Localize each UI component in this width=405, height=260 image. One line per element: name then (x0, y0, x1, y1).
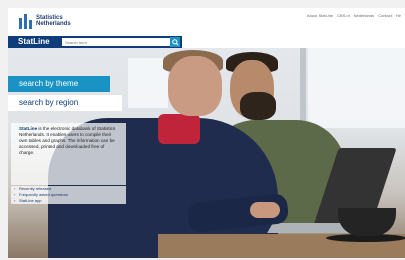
person-1-collar (158, 114, 200, 144)
search-by-theme-label: search by theme (19, 79, 79, 88)
search-by-theme-button[interactable]: search by theme (8, 76, 110, 92)
util-link-about[interactable]: About StatLine (307, 13, 333, 18)
statline-bar: StatLine (8, 36, 405, 48)
link-recently-released[interactable]: Recently released (11, 186, 126, 192)
info-panel: StatLine is the electronic databank of S… (11, 123, 126, 185)
search-by-region-label: search by region (19, 98, 79, 107)
cbs-logo[interactable]: Statistics Netherlands (19, 12, 71, 29)
util-link-cbs[interactable]: CBS.nl (337, 13, 349, 18)
search-icon (171, 38, 179, 46)
person-1-head (168, 56, 222, 116)
quick-links: Recently released Frequently asked quest… (11, 186, 126, 204)
link-faq[interactable]: Frequently asked questions (11, 192, 126, 198)
logo-text: Statistics Netherlands (36, 14, 71, 27)
window (308, 48, 405, 128)
person-1-hand (250, 202, 280, 218)
page: Statistics Netherlands About StatLine CB… (8, 8, 405, 258)
link-statline-app[interactable]: StatLine app (11, 198, 126, 204)
statline-title: StatLine (18, 37, 50, 46)
search-by-region-button[interactable]: search by region (8, 95, 122, 111)
site-header: Statistics Netherlands About StatLine CB… (8, 8, 405, 36)
util-link-nederlands[interactable]: Nederlands (354, 13, 374, 18)
util-link-contact[interactable]: Contact (378, 13, 392, 18)
util-link-help[interactable]: He (396, 13, 401, 18)
search-input[interactable] (62, 38, 170, 46)
statline-header: StatLine (8, 36, 182, 48)
cbs-logo-icon (19, 12, 32, 29)
window (128, 58, 168, 108)
utility-nav: About StatLine CBS.nl Nederlands Contact… (307, 13, 401, 18)
person-2-beard (240, 92, 276, 120)
coffee-cup (338, 208, 396, 236)
search-button[interactable] (170, 37, 180, 47)
info-description: StatLine is the electronic databank of S… (19, 126, 116, 155)
